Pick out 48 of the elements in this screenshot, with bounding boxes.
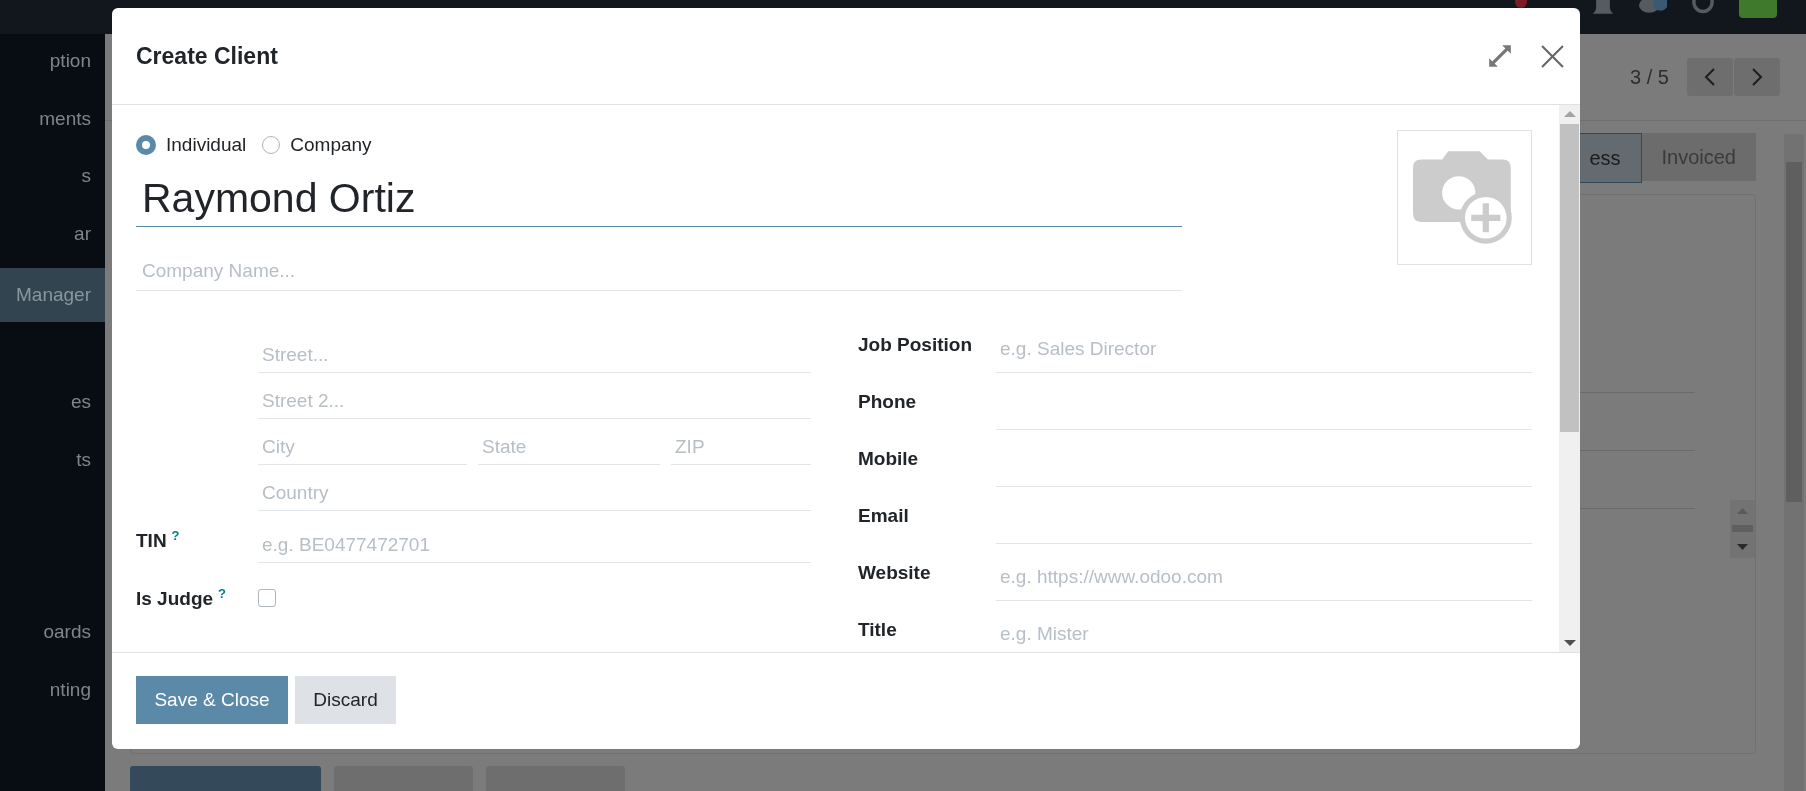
dialog-scrollbar[interactable] [1559,105,1580,652]
pager-counter: 3 / 5 [1630,65,1669,89]
field-label: Job Position [858,333,973,356]
save-button[interactable]: Save & Close [136,676,288,724]
sidebar-item[interactable]: s [0,153,105,211]
sidebar-item[interactable]: ption [0,38,105,96]
page-scrollbar[interactable] [1784,134,1804,791]
sidebar-item[interactable]: Manager [0,268,105,322]
zip-field[interactable]: ZIP [671,419,811,465]
chat-icon[interactable] [1639,0,1667,16]
field-label: Website [858,561,932,584]
type-radio-option[interactable]: Individual [136,134,247,156]
type-radio-option[interactable]: Company [262,134,372,156]
sidebar-item[interactable]: ar [0,210,105,268]
sidebar-item[interactable]: oards [0,609,105,667]
expand-icon[interactable] [1487,43,1513,69]
street-field[interactable]: Street... [258,327,811,373]
judge-checkbox[interactable] [258,589,276,607]
input-field[interactable]: e.g. https://www.odoo.com [996,544,1532,601]
state-field[interactable]: State [478,419,660,465]
country-field[interactable]: Country [258,465,811,511]
previous-button[interactable] [1687,58,1733,96]
input-field[interactable]: e.g. Mister [996,601,1532,652]
clock-icon[interactable] [1689,0,1717,16]
field-label: Phone [858,390,918,413]
field-label: Is Judge $^{?}$ [136,585,228,611]
image-upload[interactable] [1397,130,1532,265]
input-field[interactable]: e.g. Sales Director [996,316,1532,373]
street-2-field[interactable]: Street 2... [258,373,811,419]
sidebar-item[interactable]: ments [0,95,105,153]
sidebar-item[interactable]: nting [0,666,105,724]
field-label: Title [858,618,898,641]
field-label: TIN $^{?}$ [136,527,181,553]
dialog-title: Create Client [136,42,279,70]
city-field[interactable]: City [258,419,467,465]
chevron-left-icon [1704,67,1716,87]
action-button[interactable] [130,766,321,791]
discard-button[interactable]: Discard [295,676,396,724]
field-label: Mobile [858,447,920,470]
chevron-right-icon [1751,67,1763,87]
sidebar-item[interactable]: ts [0,436,105,494]
next-button[interactable] [1734,58,1780,96]
tin-field[interactable]: e.g. BE0477472701 [258,517,811,563]
sidebar-item[interactable]: es [0,379,105,437]
field-label: Email [858,504,910,527]
close-icon[interactable] [1541,44,1564,68]
small-scrollbar[interactable] [1730,500,1755,558]
user-avatar[interactable] [1739,0,1777,18]
